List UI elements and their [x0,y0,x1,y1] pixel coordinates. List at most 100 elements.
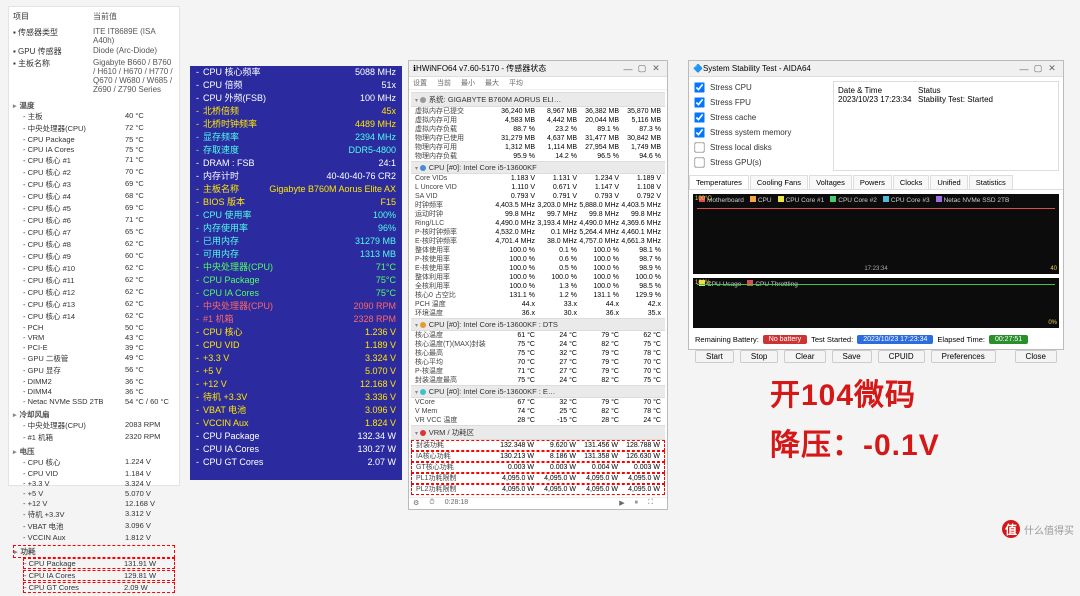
tree-row[interactable]: - VCCIN Aux1.812 V [23,533,175,542]
tab-temperatures[interactable]: Temperatures [689,175,749,189]
hw-row[interactable]: 时钟频率4,403.5 MHz3,203.0 MHz5,888.0 MHz4,4… [411,201,665,210]
tree-section[interactable]: 温度 [13,100,175,111]
tree-row[interactable]: - GPU 二极管49 °C [23,353,175,364]
tree-row[interactable]: - CPU 核心 #862 °C [23,239,175,250]
tree-row[interactable]: - 中央处理器(CPU)72 °C [23,123,175,134]
tab-voltages[interactable]: Voltages [809,175,852,189]
tree-row[interactable]: - 主板40 °C [23,111,175,122]
stress-check[interactable]: Stress CPU [693,81,833,94]
hw-row[interactable]: E-核使用率100.0 %0.5 %100.0 %98.9 % [411,264,665,273]
minimize-icon[interactable]: — [1017,64,1031,74]
gear-icon[interactable]: ⚙ [413,499,419,507]
tree-row[interactable]: - GPU 显存56 °C [23,365,175,376]
tree-row[interactable]: - VRM43 °C [23,333,175,342]
tree-row[interactable]: - CPU 核心 #1162 °C [23,275,175,286]
tree-row[interactable]: - CPU 核心 #1462 °C [23,311,175,322]
hw-row[interactable]: 核心0 占空比131.1 %1.2 %131.1 %129.9 % [411,291,665,300]
tab-powers[interactable]: Powers [853,175,892,189]
stop-button[interactable]: Stop [740,350,778,363]
hw-row[interactable]: P-核温度71 °C27 °C79 °C70 °C [411,367,665,376]
tree-row[interactable]: - CPU 核心 #1062 °C [23,263,175,274]
hw-row[interactable]: P-核使用率100.0 %0.6 %100.0 %98.7 % [411,255,665,264]
hw-group[interactable]: 系统: GIGABYTE B760M AORUS ELI… [411,92,665,107]
hw-row[interactable]: 核心温度(T)(MAX)封装75 °C24 °C82 °C75 °C [411,340,665,349]
tree-row[interactable]: - +12 V12.168 V [23,499,175,508]
hwinfo-titlebar[interactable]: ℹ HWiNFO64 v7.60-5170 - 传感器状态 — ▢ ✕ [409,61,667,77]
tree-row[interactable]: - +5 V5.070 V [23,489,175,498]
checkbox[interactable] [694,127,704,137]
col-sensor[interactable]: 设置 [413,78,427,88]
checkbox[interactable] [694,112,704,122]
clear-button[interactable]: Clear [784,350,825,363]
close-button[interactable]: Close [1015,350,1057,363]
preferences-button[interactable]: Preferences [931,350,996,363]
hw-row[interactable]: GT核心功耗0.003 W0.003 W0.004 W0.003 W [411,462,665,473]
tree-section[interactable]: 冷却风扇 [13,409,175,420]
stress-check[interactable]: Stress local disks [693,141,833,154]
tree-row[interactable]: - CPU 核心 #960 °C [23,251,175,262]
tree-row[interactable]: - CPU 核心 #270 °C [23,167,175,178]
hw-row[interactable]: Ring/LLC4,490.0 MHz3,193.4 MHz4,490.0 MH… [411,219,665,228]
hw-row[interactable]: 虚拟内存可用4,583 MB4,442 MB20,044 MB5,116 MB [411,116,665,125]
start-button[interactable]: Start [695,350,734,363]
hw-row[interactable]: 核心最高75 °C32 °C79 °C78 °C [411,349,665,358]
hw-group[interactable]: VRM / 功耗区 [411,425,665,440]
close-icon[interactable]: ✕ [649,63,663,74]
close-icon[interactable]: ✕ [1045,63,1059,74]
cpuid-button[interactable]: CPUID [878,350,925,363]
tree-row[interactable]: - CPU 核心 #1262 °C [23,287,175,298]
hw-row[interactable]: L Uncore VID1.110 V0.671 V1.147 V1.108 V [411,183,665,192]
tree-row[interactable]: - CPU VID1.184 V [23,469,175,478]
maximize-icon[interactable]: ▢ [635,63,649,74]
tree-row[interactable]: - Netac NVMe SSD 2TB54 °C / 60 °C [23,397,175,406]
hw-row[interactable]: 整体利用率100.0 %100.0 %100.0 %100.0 % [411,273,665,282]
tab-statistics[interactable]: Statistics [969,175,1013,189]
tree-row[interactable]: - VBAT 电池3.096 V [23,521,175,532]
hw-row[interactable]: P-核时钟频率4,532.0 MHz0.1 MHz5,264.4 MHz4,46… [411,228,665,237]
hw-row[interactable]: VR VCC 温度28 °C-15 °C28 °C24 °C [411,416,665,425]
tree-section[interactable]: 功耗 [13,545,175,558]
checkbox[interactable] [694,157,704,167]
hw-row[interactable]: 核心平均70 °C27 °C79 °C70 °C [411,358,665,367]
checkbox[interactable] [694,142,704,152]
tree-row[interactable]: - 中央处理器(CPU)2083 RPM [23,420,175,431]
hw-row[interactable]: E-核时钟频率4,701.4 MHz38.0 MHz4,757.0 MHz4,6… [411,237,665,246]
pause-icon[interactable]: ⏸ [635,499,639,507]
tree-row[interactable]: - +3.3 V3.324 V [23,479,175,488]
tree-row[interactable]: - PCH50 °C [23,323,175,332]
checkbox[interactable] [694,97,704,107]
hw-row[interactable]: 核心温度61 °C24 °C79 °C62 °C [411,331,665,340]
hw-row[interactable]: 虚拟内存负载88.7 %23.2 %89.1 %87.3 % [411,125,665,134]
tree-row[interactable]: - PCI-E39 °C [23,343,175,352]
hw-row[interactable]: IA核心功耗130.213 W8.186 W131.358 W126.630 W [411,451,665,462]
tree-row[interactable]: - CPU IA Cores129.81 W [23,570,175,581]
tab-cooling fans[interactable]: Cooling Fans [750,175,808,189]
tab-clocks[interactable]: Clocks [893,175,930,189]
hw-row[interactable]: 环境温度36.x30.x36.x35.x [411,309,665,318]
tree-row[interactable]: - CPU 核心 #369 °C [23,179,175,190]
hw-row[interactable]: 封装功耗132.348 W9.620 W131.456 W128.788 W [411,440,665,451]
tree-section[interactable]: 电压 [13,446,175,457]
tree-row[interactable]: - DIMM436 °C [23,387,175,396]
tree-row[interactable]: - #1 机箱2320 RPM [23,432,175,443]
hw-group[interactable]: CPU [#0]: Intel Core i5-13600KF : E… [411,385,665,398]
tree-row[interactable]: - CPU Package75 °C [23,135,175,144]
tree-row[interactable]: - CPU 核心 #569 °C [23,203,175,214]
tree-row[interactable]: - DIMM236 °C [23,377,175,386]
tree-row[interactable]: - CPU 核心1.224 V [23,457,175,468]
hw-row[interactable]: VCore67 °C32 °C79 °C70 °C [411,398,665,407]
hw-group[interactable]: CPU [#0]: Intel Core i5-13600KF : DTS [411,318,665,331]
maximize-icon[interactable]: ▢ [1031,63,1045,74]
tree-row[interactable]: - 待机 +3.3V3.312 V [23,509,175,520]
tree-row[interactable]: - CPU 核心 #468 °C [23,191,175,202]
hw-row[interactable]: PCH 温度44.x33.x44.x42.x [411,300,665,309]
stress-check[interactable]: Stress cache [693,111,833,124]
tree-row[interactable]: - CPU IA Cores75 °C [23,145,175,154]
stress-check[interactable]: Stress GPU(s) [693,156,833,169]
tree-row[interactable]: - CPU 核心 #171 °C [23,155,175,166]
checkbox[interactable] [694,82,704,92]
hw-row[interactable]: PL2功耗限制4,095.0 W4,095.0 W4,095.0 W4,095.… [411,484,665,495]
tree-row[interactable]: - CPU 核心 #765 °C [23,227,175,238]
minimize-icon[interactable]: — [621,64,635,74]
record-icon[interactable]: ▶ [619,499,624,507]
